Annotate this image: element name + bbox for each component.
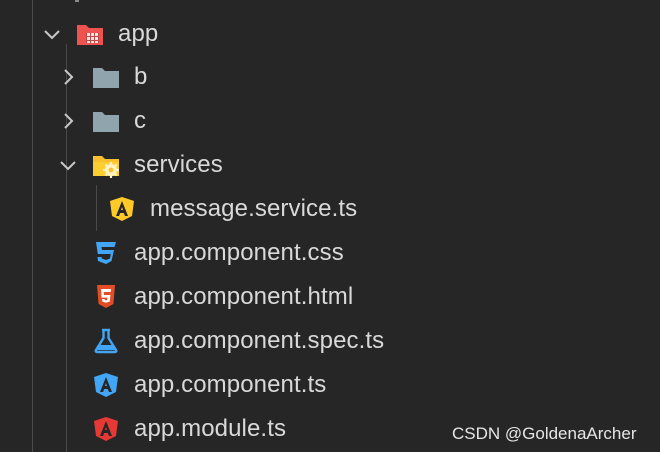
- angular-module-icon: [94, 417, 118, 441]
- services-folder-icon: [93, 156, 119, 178]
- tree-item-label: app.component.html: [134, 283, 354, 310]
- scroll-indicator: [75, 0, 79, 2]
- chevron-down-icon: [60, 161, 76, 171]
- tree-item-label: app.component.spec.ts: [134, 327, 385, 354]
- tree-item-label: message.service.ts: [150, 195, 358, 222]
- tree-item-message-service[interactable]: message.service.ts: [0, 187, 660, 231]
- tree-item-label: b: [134, 63, 148, 90]
- chevron-down-icon: [44, 30, 60, 40]
- tree-item-c[interactable]: c: [0, 99, 660, 143]
- tree-item-label: app.component.css: [134, 239, 344, 266]
- chevron-right-icon: [64, 113, 74, 129]
- css3-icon: [96, 242, 116, 264]
- angular-service-icon: [110, 197, 134, 221]
- tree-item-label: app: [118, 20, 159, 47]
- flask-test-icon: [94, 328, 118, 354]
- folder-icon: [93, 112, 119, 132]
- tree-item-app[interactable]: app: [0, 12, 660, 56]
- file-explorer-tree: app b c services message.service.ts app.…: [0, 0, 660, 452]
- tree-item-services[interactable]: services: [0, 143, 660, 187]
- app-folder-icon: [77, 25, 103, 45]
- tree-item-label: app.component.ts: [134, 371, 327, 398]
- tree-item-app-component-css[interactable]: app.component.css: [0, 231, 660, 275]
- tree-item-label: c: [134, 107, 147, 134]
- chevron-right-icon: [64, 69, 74, 85]
- tree-item-app-component-html[interactable]: app.component.html: [0, 275, 660, 319]
- tree-item-app-component-spec[interactable]: app.component.spec.ts: [0, 319, 660, 363]
- tree-item-app-component-ts[interactable]: app.component.ts: [0, 363, 660, 407]
- watermark: CSDN @GoldenaArcher: [452, 424, 637, 443]
- folder-icon: [93, 68, 119, 88]
- tree-item-label: app.module.ts: [134, 415, 287, 442]
- tree-item-label: services: [134, 151, 223, 178]
- html5-icon: [97, 285, 115, 308]
- tree-item-b[interactable]: b: [0, 55, 660, 99]
- angular-component-icon: [94, 373, 118, 397]
